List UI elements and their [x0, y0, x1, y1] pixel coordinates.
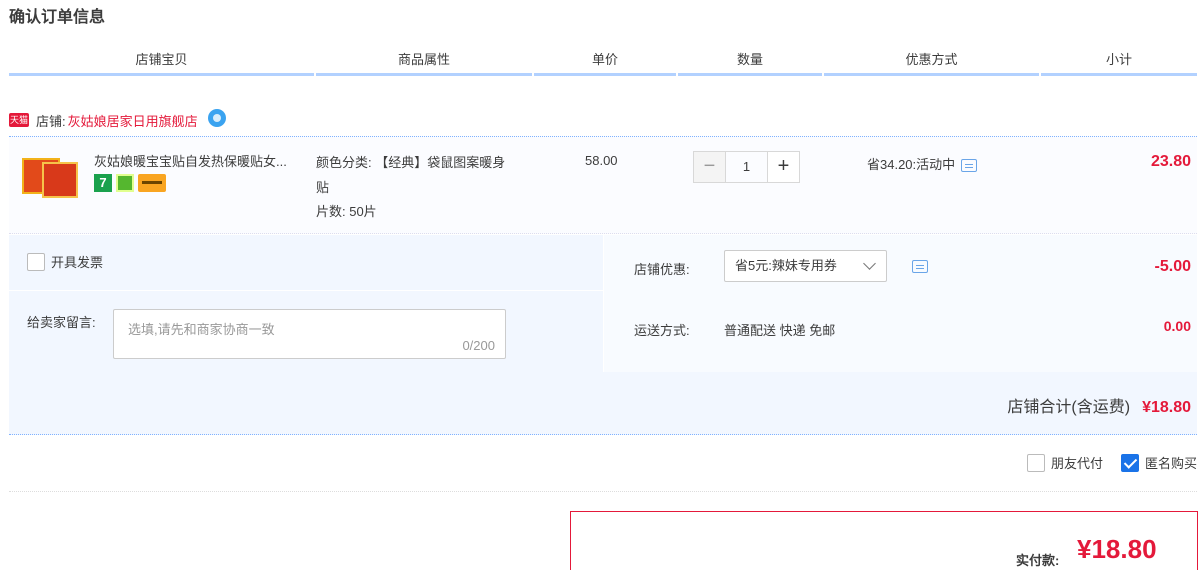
message-section: 给卖家留言: 选填,请先和商家协商一致 0/200 [9, 292, 603, 372]
payment-amount: ¥18.80 [1077, 534, 1157, 564]
invoice-section: 开具发票 [9, 235, 603, 291]
payment-label: 实付款: [1016, 553, 1060, 568]
shipping-method: 普通配送 快递 免邮 [724, 323, 836, 338]
service-badges: 7 [94, 174, 166, 192]
credit-card-icon[interactable] [138, 174, 166, 192]
message-label: 给卖家留言: [27, 315, 96, 330]
shop-label: 店铺: [36, 113, 66, 129]
coupon-comment-icon[interactable] [912, 260, 928, 273]
quantity-plus-button[interactable]: + [767, 151, 800, 183]
friend-pay-checkbox[interactable] [1026, 453, 1045, 472]
product-title-link[interactable]: 灰姑娘暖宝宝贴自发热保暖贴女... [94, 151, 312, 170]
product-thumbnail[interactable] [22, 154, 80, 198]
item-discount: 省34.20:活动中 [867, 154, 978, 173]
order-options-panel: 开具发票 给卖家留言: 选填,请先和商家协商一致 0/200 店铺优惠: 省5元… [9, 235, 1197, 435]
invoice-toggle[interactable]: 开具发票 [27, 252, 103, 271]
shop-row: 天猫 店铺: 灰姑娘居家日用旗舰店 [9, 108, 226, 132]
col-header-item: 店铺宝贝 [9, 50, 314, 76]
message-char-count: 0/200 [462, 338, 495, 353]
column-headers: 店铺宝贝 商品属性 单价 数量 优惠方式 小计 [9, 50, 1197, 76]
product-prop-color-cont: 贴 [316, 180, 330, 195]
invoice-checkbox[interactable] [27, 252, 45, 271]
item-subtotal: 23.80 [1150, 153, 1191, 170]
anonymous-label: 匿名购买 [1144, 456, 1197, 471]
quantity-input[interactable]: 1 [726, 151, 767, 183]
unit-price: 58.00 [585, 153, 618, 168]
store-coupon-value: 省5元:辣妹专用券 [735, 258, 837, 273]
col-header-props: 商品属性 [316, 50, 532, 76]
store-total-label: 店铺合计(含运费) [1007, 399, 1131, 416]
item-discount-text: 省34.20:活动中 [867, 157, 956, 172]
payment-summary: 实付款: ¥18.80 [570, 511, 1198, 570]
section-divider [9, 491, 1197, 492]
coupon-shipping-section: 店铺优惠: 省5元:辣妹专用券 -5.00 运送方式: 普通配送 快递 免邮 0… [603, 235, 1197, 372]
message-placeholder: 选填,请先和商家协商一致 [128, 322, 275, 337]
anonymous-option[interactable]: 匿名购买 [1120, 453, 1197, 472]
quantity-stepper: − 1 + [693, 151, 800, 183]
tmall-icon: 天猫 [9, 113, 29, 127]
quantity-minus-button[interactable]: − [693, 151, 726, 183]
comment-icon[interactable] [961, 159, 978, 172]
store-total-value: ¥18.80 [1142, 399, 1191, 416]
store-coupon-select[interactable]: 省5元:辣妹专用券 [724, 250, 887, 282]
product-prop-count: 片数: 50片 [316, 204, 377, 219]
product-prop-color: 颜色分类: 【经典】袋鼠图案暖身 [316, 155, 506, 170]
seven-day-return-icon[interactable]: 7 [94, 174, 112, 192]
store-coupon-amount: -5.00 [1154, 258, 1191, 275]
guarantee-icon[interactable] [116, 174, 134, 192]
col-header-qty: 数量 [678, 50, 822, 76]
page-title: 确认订单信息 [9, 9, 106, 26]
wangwang-chat-icon[interactable] [207, 109, 226, 127]
shop-name-link[interactable]: 灰姑娘居家日用旗舰店 [68, 111, 198, 130]
store-total: 店铺合计(含运费) ¥18.80 [1007, 393, 1191, 417]
invoice-label: 开具发票 [51, 255, 104, 270]
chevron-down-icon [863, 257, 876, 270]
friend-pay-option[interactable]: 朋友代付 [1026, 453, 1103, 472]
thumb-pack-front [42, 162, 78, 198]
shipping-amount: 0.00 [1163, 318, 1191, 334]
anonymous-checkbox[interactable] [1120, 453, 1139, 472]
col-header-price: 单价 [534, 50, 676, 76]
seller-message-textarea[interactable]: 选填,请先和商家协商一致 0/200 [113, 309, 506, 359]
shipping-label: 运送方式: [634, 323, 690, 338]
order-item-row: 灰姑娘暖宝宝贴自发热保暖贴女... 7 颜色分类: 【经典】袋鼠图案暖身 贴 片… [9, 136, 1197, 234]
store-coupon-label: 店铺优惠: [634, 262, 690, 277]
friend-pay-label: 朋友代付 [1050, 456, 1103, 471]
extra-options: 朋友代付 匿名购买 [1026, 453, 1197, 472]
col-header-discount: 优惠方式 [824, 50, 1039, 76]
col-header-subtotal: 小计 [1041, 50, 1197, 76]
